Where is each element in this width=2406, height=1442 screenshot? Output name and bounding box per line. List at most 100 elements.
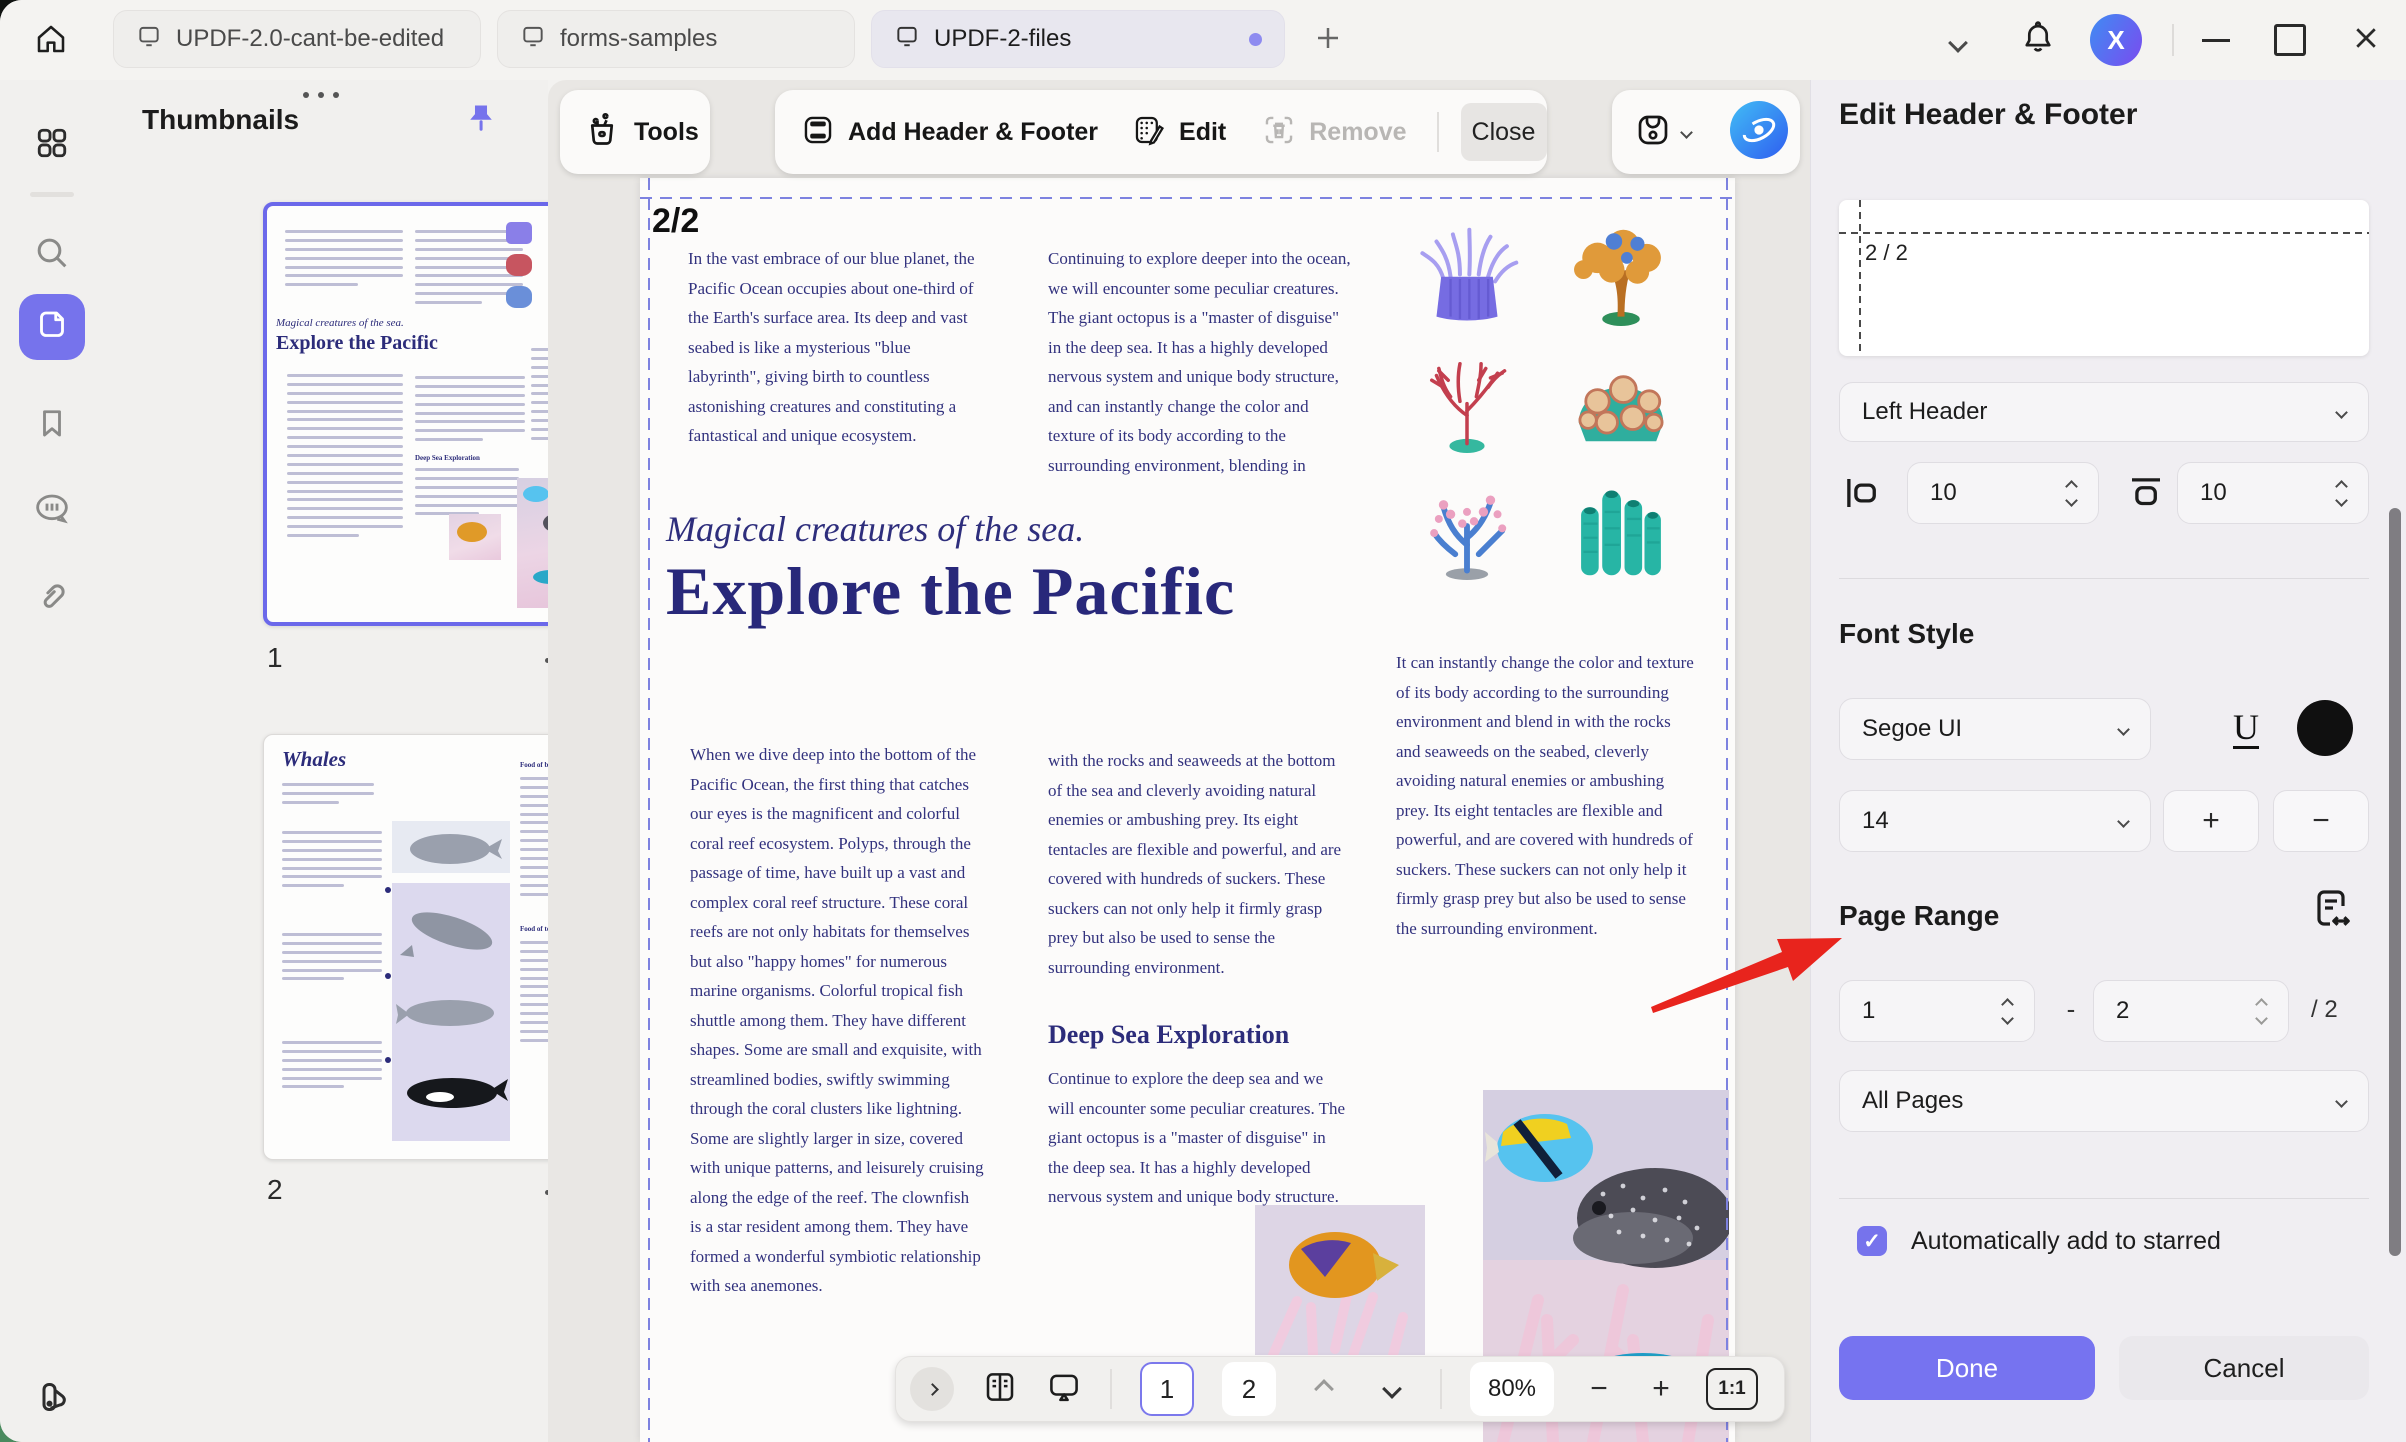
pdf-page[interactable]: 2/2 In the vast embrace of our blue plan… bbox=[640, 178, 1735, 1442]
decrease-size-button[interactable]: − bbox=[2273, 790, 2369, 852]
close-icon bbox=[2351, 23, 2381, 58]
sidebar-item-comments[interactable] bbox=[19, 478, 85, 544]
ai-assistant-button[interactable] bbox=[1728, 99, 1790, 166]
unsaved-dot bbox=[1249, 33, 1262, 46]
actual-size-button[interactable]: 1:1 bbox=[1706, 1368, 1758, 1410]
minimize-button[interactable] bbox=[2188, 14, 2244, 66]
thumb2-text-block bbox=[282, 783, 374, 810]
thumbnail-page-2[interactable]: Whales Food of baleen whales Food of too… bbox=[263, 734, 595, 1160]
margin-left-icon[interactable] bbox=[1841, 472, 1883, 519]
page-1-button[interactable]: 1 bbox=[1140, 1362, 1194, 1416]
edit-button[interactable]: Edit bbox=[1132, 113, 1226, 152]
remove-icon bbox=[1262, 113, 1296, 152]
page-2-button[interactable]: 2 bbox=[1222, 1362, 1276, 1416]
header-footer-toolbar: Add Header & Footer Edit Remove Close bbox=[775, 90, 1547, 174]
margin-left-value: 10 bbox=[1930, 479, 1957, 507]
remove-button-disabled[interactable]: Remove bbox=[1262, 113, 1406, 152]
auto-star-option[interactable]: Automatically add to starred bbox=[1857, 1226, 2221, 1256]
maximize-button[interactable] bbox=[2262, 14, 2318, 66]
left-margin-guide bbox=[648, 178, 650, 1442]
thumbnail-page-1[interactable]: Magical creatures of the sea. Explore th… bbox=[263, 202, 593, 626]
font-size-select[interactable]: 14 bbox=[1839, 790, 2151, 852]
search-icon bbox=[32, 233, 72, 278]
margin-top-value: 10 bbox=[2200, 479, 2227, 507]
next-page-button[interactable] bbox=[1372, 1382, 1412, 1396]
tab-forms-samples[interactable]: forms-samples bbox=[497, 10, 855, 68]
tab-document-icon bbox=[136, 23, 162, 56]
thumb2-text-block bbox=[282, 933, 382, 986]
tab-updf-2-0-cant-be-edited[interactable]: UPDF-2.0-cant-be-edited bbox=[113, 10, 481, 68]
close-editor-button[interactable]: Close bbox=[1461, 103, 1547, 161]
tools-icon bbox=[584, 112, 620, 153]
coral-disc-illustration bbox=[1562, 345, 1686, 458]
coral-anemone-illustration bbox=[1408, 218, 1532, 331]
tab-updf-2-files-active[interactable]: UPDF-2-files bbox=[871, 10, 1285, 68]
pages-scope-select[interactable]: All Pages bbox=[1839, 1070, 2369, 1132]
header-position-select[interactable]: Left Header bbox=[1839, 382, 2369, 442]
sidebar-item-search[interactable] bbox=[19, 222, 85, 288]
font-color-button[interactable] bbox=[2297, 700, 2353, 756]
zoom-level-field[interactable]: 80% bbox=[1470, 1362, 1554, 1416]
thumb1-text-block bbox=[285, 230, 403, 292]
save-button[interactable] bbox=[1634, 111, 1691, 154]
checkbox-checked-icon[interactable] bbox=[1857, 1226, 1887, 1256]
margin-top-stepper[interactable]: 10 bbox=[2177, 462, 2369, 524]
thumbnails-panel-title: Thumbnails bbox=[142, 104, 299, 136]
stepper-arrows[interactable] bbox=[2337, 482, 2346, 505]
underline-button[interactable]: U bbox=[2211, 698, 2281, 760]
edit-header-footer-panel: Edit Header & Footer 2 / 2 Left Header 1… bbox=[1810, 80, 2406, 1442]
thumbnail-1-label: 1 bbox=[267, 642, 283, 674]
add-header-footer-button[interactable]: Add Header & Footer bbox=[801, 113, 1098, 152]
tools-button[interactable]: Tools bbox=[560, 90, 710, 174]
doc-title: Explore the Pacific bbox=[666, 552, 1235, 631]
home-button[interactable] bbox=[20, 10, 82, 72]
close-window-button[interactable] bbox=[2338, 14, 2394, 66]
tab-document-icon bbox=[894, 23, 920, 56]
comment-icon bbox=[32, 489, 72, 534]
cancel-button[interactable]: Cancel bbox=[2119, 1336, 2369, 1400]
coral-red-fan-illustration bbox=[1408, 345, 1532, 458]
margin-top-icon[interactable] bbox=[2125, 472, 2167, 519]
notifications-button[interactable] bbox=[2012, 14, 2064, 66]
add-header-footer-icon bbox=[801, 113, 835, 152]
range-to-stepper[interactable]: 2 bbox=[2093, 980, 2289, 1042]
sidebar-item-grid[interactable] bbox=[19, 112, 85, 178]
sidebar-item-bookmarks[interactable] bbox=[19, 392, 85, 458]
previous-page-button[interactable] bbox=[1304, 1382, 1344, 1396]
panel-scrollbar[interactable] bbox=[2389, 508, 2401, 1256]
font-family-value: Segoe UI bbox=[1862, 715, 1962, 743]
stepper-arrows[interactable] bbox=[2003, 1000, 2012, 1023]
thumb2-text-block bbox=[282, 831, 382, 893]
stepper-arrows[interactable] bbox=[2067, 482, 2076, 505]
range-from-stepper[interactable]: 1 bbox=[1839, 980, 2035, 1042]
panel-drag-handle[interactable] bbox=[303, 92, 339, 98]
increase-size-button[interactable]: + bbox=[2163, 790, 2259, 852]
range-total: / 2 bbox=[2311, 996, 2338, 1024]
page-range-apply-button[interactable] bbox=[2307, 886, 2355, 939]
zoom-in-button[interactable]: + bbox=[1644, 1374, 1678, 1404]
header-preview-box[interactable]: 2 / 2 bbox=[1839, 200, 2369, 356]
tabs-overflow-button[interactable] bbox=[1938, 28, 1978, 58]
two-page-view-button[interactable] bbox=[982, 1369, 1018, 1410]
panel-title: Edit Header & Footer bbox=[1839, 98, 2137, 132]
margin-left-stepper[interactable]: 10 bbox=[1907, 462, 2099, 524]
sidebar-item-thumbnails[interactable] bbox=[19, 294, 85, 360]
sidebar-item-attachments[interactable] bbox=[19, 566, 85, 632]
minimize-icon bbox=[2202, 39, 2230, 42]
account-avatar[interactable]: X bbox=[2090, 14, 2142, 66]
bell-icon bbox=[2019, 19, 2057, 62]
thumbnail-2-label: 2 bbox=[267, 1174, 283, 1206]
tab-label: forms-samples bbox=[560, 25, 717, 53]
edit-label: Edit bbox=[1179, 118, 1226, 147]
thumbnails-panel: Thumbnails Magical creatures of the sea.… bbox=[105, 80, 548, 1442]
new-tab-button[interactable] bbox=[1302, 14, 1354, 66]
zoom-out-button[interactable]: − bbox=[1582, 1374, 1616, 1404]
presentation-button[interactable] bbox=[1046, 1369, 1082, 1410]
collapse-bar-button[interactable] bbox=[910, 1367, 954, 1411]
font-family-select[interactable]: Segoe UI bbox=[1839, 698, 2151, 760]
done-button[interactable]: Done bbox=[1839, 1336, 2095, 1400]
sidebar-item-appearance[interactable] bbox=[19, 1366, 85, 1432]
page-header-indicator[interactable]: 2/2 bbox=[652, 202, 699, 241]
stepper-arrows[interactable] bbox=[2257, 1000, 2266, 1023]
pin-panel-button[interactable] bbox=[462, 100, 500, 143]
